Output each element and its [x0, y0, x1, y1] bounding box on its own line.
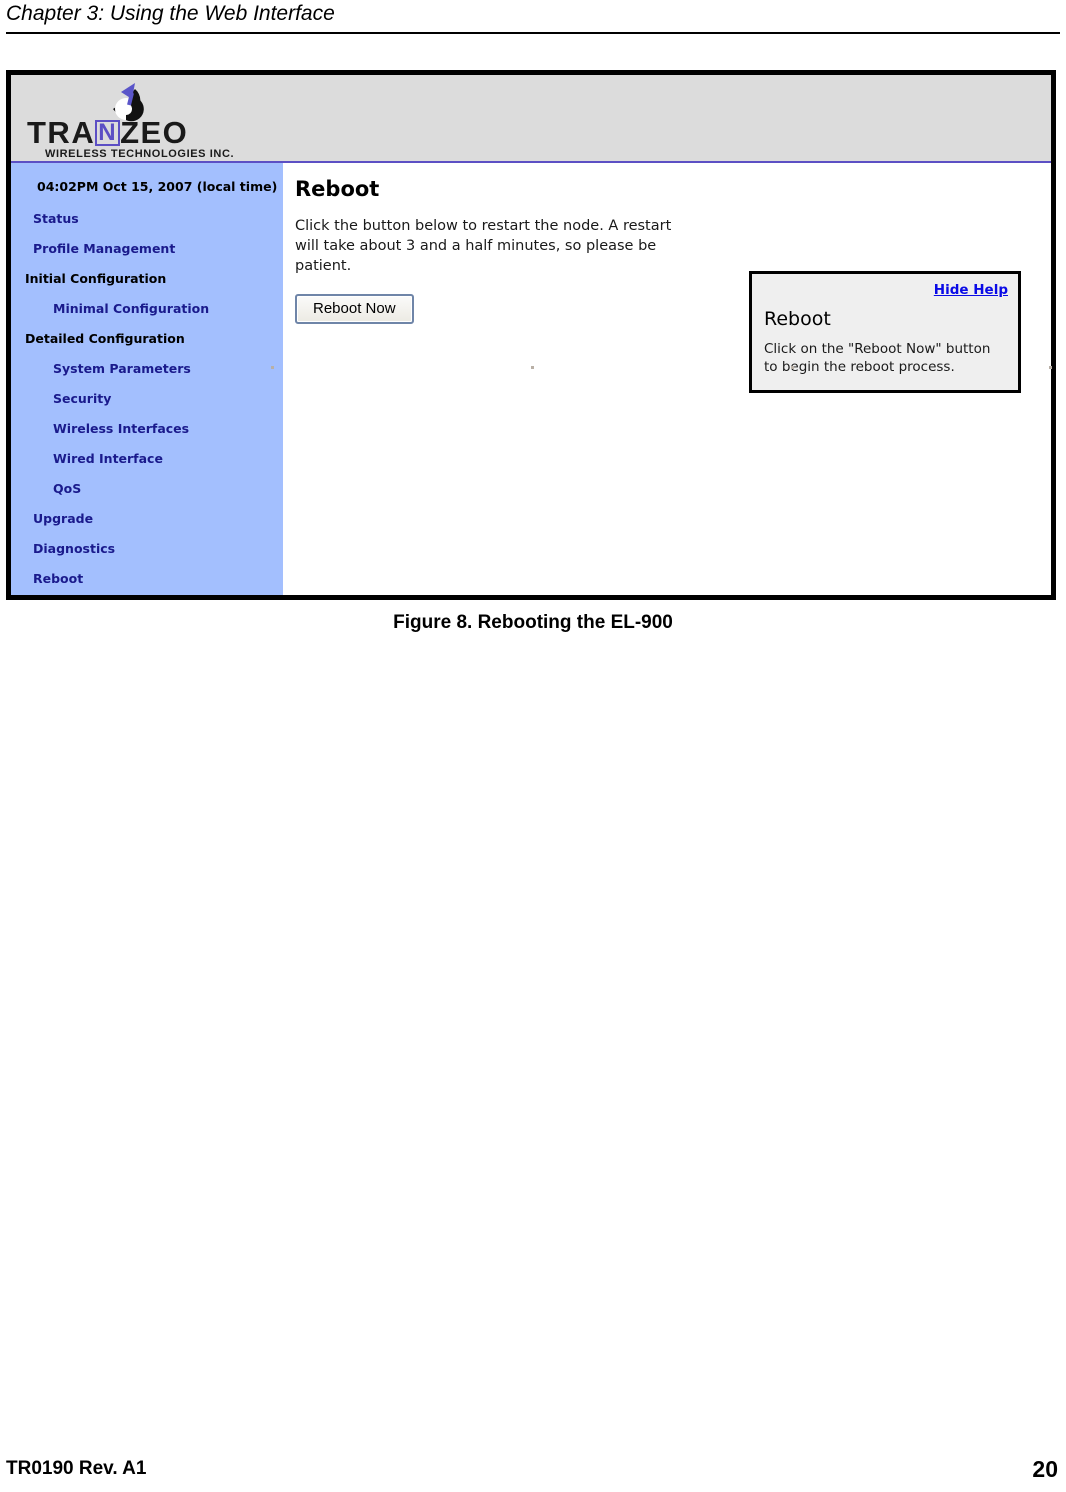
- sidebar-item-qos[interactable]: QoS: [11, 474, 283, 504]
- tranzeo-logo: TRA NZEO WIRELESS TECHNOLOGIES INC.: [27, 77, 247, 161]
- help-text: Click on the "Reboot Now" button to begi…: [764, 341, 991, 375]
- help-panel: Hide Help Reboot Click on the "Reboot No…: [749, 271, 1021, 393]
- sidebar-item-status[interactable]: Status: [11, 204, 283, 234]
- sidebar-item-reboot[interactable]: Reboot: [11, 564, 283, 594]
- footer-document-id: TR0190 Rev. A1: [6, 1458, 147, 1479]
- chapter-title: Chapter 3: Using the Web Interface: [6, 2, 335, 25]
- help-title: Reboot: [764, 308, 831, 330]
- scan-speck: [1049, 366, 1052, 369]
- main-content: Reboot Click the button below to restart…: [271, 163, 1052, 595]
- sidebar-item-upgrade[interactable]: Upgrade: [11, 504, 283, 534]
- sidebar-item-system-parameters[interactable]: System Parameters: [11, 354, 283, 384]
- wordmark-part-1: TRA: [27, 115, 96, 150]
- header-divider: [6, 32, 1060, 34]
- sidebar-item-security[interactable]: Security: [11, 384, 283, 414]
- figure-caption: Figure 8. Rebooting the EL-900: [393, 612, 673, 633]
- reboot-description: Click the button below to restart the no…: [295, 217, 672, 274]
- sidebar-item-diagnostics[interactable]: Diagnostics: [11, 534, 283, 564]
- page-title: Reboot: [295, 177, 380, 201]
- reboot-now-button[interactable]: Reboot Now: [295, 293, 414, 324]
- scan-speck: [531, 366, 534, 369]
- sidebar-clock: 04:02PM Oct 15, 2007 (local time): [37, 179, 278, 194]
- sidebar-item-wireless-interfaces[interactable]: Wireless Interfaces: [11, 414, 283, 444]
- footer-page-number: 20: [1032, 1456, 1058, 1482]
- sidebar-nav: 04:02PM Oct 15, 2007 (local time) Status…: [11, 163, 283, 595]
- sidebar-heading-initial-configuration: Initial Configuration: [25, 271, 167, 286]
- scan-speck: [791, 366, 794, 369]
- sidebar-heading-detailed-configuration: Detailed Configuration: [25, 331, 185, 346]
- scan-speck: [271, 366, 274, 369]
- tranzeo-wordmark: TRA NZEO: [27, 117, 247, 148]
- hide-help-link[interactable]: Hide Help: [764, 282, 1008, 298]
- page-header: Chapter 3: Using the Web Interface: [6, 0, 1060, 34]
- sidebar-item-wired-interface[interactable]: Wired Interface: [11, 444, 283, 474]
- web-interface-screenshot: TRA NZEO WIRELESS TECHNOLOGIES INC. 04:02…: [6, 70, 1056, 600]
- brand-header: TRA NZEO WIRELESS TECHNOLOGIES INC.: [11, 75, 1051, 163]
- sidebar-item-minimal-configuration[interactable]: Minimal Configuration: [11, 294, 283, 324]
- wordmark-n: N: [95, 120, 121, 146]
- wordmark-part-2: ZEO: [120, 115, 189, 150]
- screenshot-body: 04:02PM Oct 15, 2007 (local time) Status…: [11, 163, 1052, 595]
- tranzeo-tagline: WIRELESS TECHNOLOGIES INC.: [45, 148, 235, 160]
- sidebar-item-profile-management[interactable]: Profile Management: [11, 234, 283, 264]
